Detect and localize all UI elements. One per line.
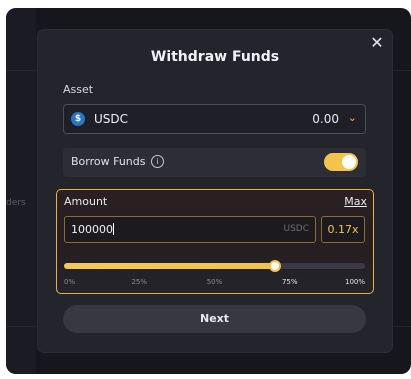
amount-input[interactable]: 100000 USDC <box>64 216 316 243</box>
modal-title: Withdraw Funds <box>150 49 280 65</box>
close-icon[interactable]: ✕ <box>370 35 384 51</box>
slider-tick-label: 75% <box>281 278 298 286</box>
borrow-funds-row: Borrow Funds i <box>63 148 366 177</box>
slider-tick-label: 25% <box>131 278 148 286</box>
amount-panel: Amount Max 100000 USDC 0.17x 0% 25% 50% 75%… <box>56 189 374 294</box>
info-icon[interactable]: i <box>151 155 164 168</box>
slider-tick-label: 50% <box>206 278 223 286</box>
next-button[interactable]: Next <box>63 305 366 333</box>
slider-tick-label: 0% <box>64 278 76 286</box>
leverage-badge: 0.17x <box>321 216 365 243</box>
asset-balance: 0.00 <box>312 112 339 126</box>
asset-label: Asset <box>63 83 94 96</box>
toggle-knob <box>342 155 356 169</box>
max-button[interactable]: Max <box>344 195 367 208</box>
background-text: ders <box>6 198 26 208</box>
text-caret <box>113 223 114 235</box>
background-sidebar <box>6 8 36 374</box>
borrow-funds-toggle[interactable] <box>324 153 358 171</box>
slider-tick-label: 100% <box>344 278 365 286</box>
usdc-icon <box>71 112 85 126</box>
amount-unit: USDC <box>283 224 309 234</box>
borrow-funds-label: Borrow Funds <box>71 155 146 168</box>
amount-label: Amount <box>64 195 108 208</box>
asset-select[interactable]: USDC 0.00 ⌄ <box>63 104 366 134</box>
withdraw-modal: ✕ Withdraw Funds Asset USDC 0.00 ⌄ Borro… <box>38 30 392 352</box>
asset-name: USDC <box>94 112 129 126</box>
slider-handle[interactable] <box>268 260 281 272</box>
amount-value: 100000 <box>71 223 113 236</box>
slider-fill <box>64 263 275 269</box>
chevron-down-icon: ⌄ <box>347 111 357 124</box>
amount-slider[interactable] <box>64 260 365 272</box>
